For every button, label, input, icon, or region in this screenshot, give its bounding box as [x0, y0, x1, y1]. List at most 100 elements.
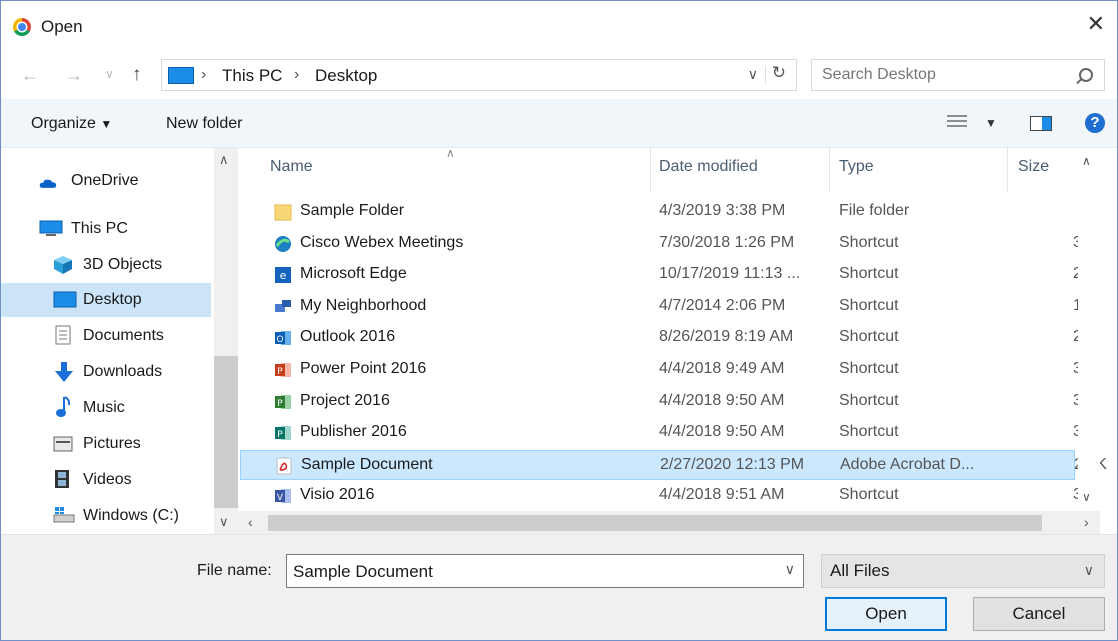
breadcrumb-chevron-icon[interactable]: › [201, 66, 206, 84]
preview-pane-icon[interactable] [1030, 116, 1052, 131]
search-input[interactable]: Search Desktop [811, 59, 1105, 91]
column-separator[interactable] [650, 148, 651, 192]
file-date-modified: 4/7/2014 2:06 PM [659, 296, 786, 314]
file-list-vertical-scrollbar[interactable] [1078, 148, 1100, 534]
sidebar-item-label: Pictures [83, 435, 141, 452]
drive-icon [53, 507, 75, 523]
new-folder-button[interactable]: New folder [166, 115, 242, 133]
sidebar-item-this-pc[interactable]: This PC [1, 212, 211, 246]
file-name-value: Sample Document [293, 562, 433, 581]
file-type: Shortcut [839, 360, 899, 377]
visio-icon: V [274, 487, 292, 505]
sidebar-item-music[interactable]: Music [1, 391, 211, 425]
file-list-horizontal-scrollbar[interactable]: ‹ › [238, 511, 1100, 534]
breadcrumb-chevron-icon[interactable]: › [294, 66, 299, 84]
up-arrow-icon[interactable]: ↑ [132, 64, 142, 86]
scroll-down-icon[interactable]: ∨ [219, 514, 229, 530]
sidebar-item-downloads[interactable]: Downloads [1, 355, 211, 389]
forward-arrow-icon[interactable]: → [65, 65, 83, 86]
address-bar[interactable]: › This PC › Desktop ∨ ↻ [161, 59, 797, 91]
scroll-left-icon[interactable]: ‹ [248, 514, 253, 530]
scroll-up-icon[interactable]: ∧ [1082, 154, 1091, 168]
file-name: Cisco Webex Meetings [300, 233, 464, 251]
column-header-date-modified[interactable]: Date modified [659, 158, 758, 176]
sidebar-item-desktop[interactable]: Desktop [1, 283, 211, 317]
file-row[interactable]: OOutlook 20168/26/2019 8:19 AMShortcut2 … [264, 323, 1097, 353]
file-name-dropdown-icon[interactable]: ∨ [785, 561, 795, 578]
this-pc-icon [168, 67, 194, 84]
scroll-right-icon[interactable]: › [1084, 514, 1089, 530]
svg-text:P: P [277, 430, 283, 440]
scroll-up-icon[interactable]: ∧ [219, 152, 229, 168]
file-row[interactable]: VVisio 20164/4/2018 9:51 AMShortcut3 K [264, 481, 1097, 511]
svg-text:P: P [277, 399, 283, 409]
column-header-name[interactable]: Name [270, 158, 313, 176]
breadcrumb-this-pc[interactable]: This PC [222, 66, 282, 86]
cancel-button[interactable]: Cancel [973, 597, 1105, 631]
file-type-filter-select[interactable]: All Files ∨ [821, 554, 1105, 588]
file-row[interactable]: Sample Folder 4/3/2019 3:38 PM File folder [264, 197, 1078, 227]
chevron-down-icon[interactable]: ∨ [1084, 562, 1094, 579]
sidebar-item-label: Documents [83, 327, 164, 344]
column-separator[interactable] [1007, 148, 1008, 192]
file-name: Outlook 2016 [300, 328, 396, 346]
file-list: ∧ Name Date modified Type Size Sample Fo… [238, 148, 1117, 534]
file-date-modified: 4/4/2018 9:50 AM [659, 391, 785, 409]
back-arrow-icon[interactable]: ← [21, 65, 39, 86]
column-separator[interactable] [829, 148, 830, 192]
sidebar-item-label: 3D Objects [83, 256, 163, 273]
file-name: Visio 2016 [300, 486, 375, 504]
file-name-label: File name: [197, 562, 272, 579]
breadcrumb-desktop[interactable]: Desktop [315, 66, 377, 86]
open-button[interactable]: Open [825, 597, 947, 631]
view-dropdown-icon[interactable]: ▼ [985, 116, 997, 130]
svg-text:P: P [277, 367, 283, 377]
file-type: Shortcut [839, 233, 899, 251]
file-name-input[interactable]: Sample Document ∨ [286, 554, 804, 588]
file-type-filter-value: All Files [830, 561, 890, 580]
sidebar-item-3d-objects[interactable]: 3D Objects [1, 248, 211, 282]
pdf-icon [275, 457, 293, 475]
help-icon[interactable]: ? [1085, 113, 1105, 133]
file-type: Shortcut [839, 296, 899, 314]
file-date-modified: 10/17/2019 11:13 ... [659, 265, 801, 283]
refresh-icon[interactable]: ↻ [772, 63, 786, 83]
file-row[interactable]: P Power Point 2016 4/4/2018 9:49 AM Shortcu… [264, 355, 1097, 385]
scroll-down-icon[interactable]: ∨ [1082, 490, 1091, 504]
file-date-modified: 4/3/2019 3:38 PM [659, 202, 786, 219]
organize-button[interactable]: Organize ▼ [31, 115, 112, 133]
sidebar-scrollbar-thumb[interactable] [214, 356, 238, 508]
music-note-icon [56, 396, 71, 417]
sidebar-item-windows-c[interactable]: Windows (C:) [1, 499, 211, 533]
view-options-icon[interactable] [947, 115, 967, 129]
chrome-icon [13, 18, 31, 36]
sidebar-item-label: Videos [83, 471, 132, 488]
address-dropdown-icon[interactable]: ∨ [748, 66, 758, 83]
navigation-pane: OneDrive This PC 3D Objects Desktop Docu… [1, 148, 238, 534]
file-type: Shortcut [839, 423, 899, 441]
file-row[interactable]: Cisco Webex Meetings 7/30/2018 1:26 PM Sho… [264, 229, 1097, 259]
sidebar-item-pictures[interactable]: Pictures [1, 427, 211, 461]
file-row[interactable]: Sample Document 2/27/2020 12:13 PM Adobe A… [240, 449, 1107, 480]
file-row[interactable]: PProject 20164/4/2018 9:50 AMShortcut3 K [264, 387, 1097, 417]
recent-locations-chevron-icon[interactable]: ∨ [105, 67, 114, 81]
file-type: Shortcut [839, 486, 899, 504]
file-row[interactable]: PPublisher 20164/4/2018 9:50 AMShortcut3… [264, 418, 1097, 448]
cloud-icon [39, 179, 57, 188]
file-row[interactable]: e Microsoft Edge 10/17/2019 11:13 ... Short… [264, 260, 1097, 290]
sidebar-item-onedrive[interactable]: OneDrive [1, 164, 211, 198]
sidebar-item-label: Downloads [83, 363, 163, 380]
horizontal-scrollbar-thumb[interactable] [268, 515, 1042, 531]
sidebar-item-documents[interactable]: Documents [1, 319, 211, 353]
file-type: File folder [839, 202, 910, 219]
column-header-type[interactable]: Type [839, 158, 874, 176]
file-row[interactable]: My Neighborhood4/7/2014 2:06 PMShortcut1… [264, 292, 1094, 322]
column-header-size[interactable]: Size [1018, 158, 1049, 176]
picture-icon [53, 436, 73, 452]
svg-text:e: e [280, 269, 287, 282]
close-icon[interactable]: ✕ [1087, 13, 1105, 35]
sidebar-item-videos[interactable]: Videos [1, 463, 211, 497]
sort-ascending-icon: ∧ [446, 148, 455, 160]
search-placeholder: Search Desktop [822, 66, 936, 83]
sidebar-item-label: Music [83, 399, 125, 416]
